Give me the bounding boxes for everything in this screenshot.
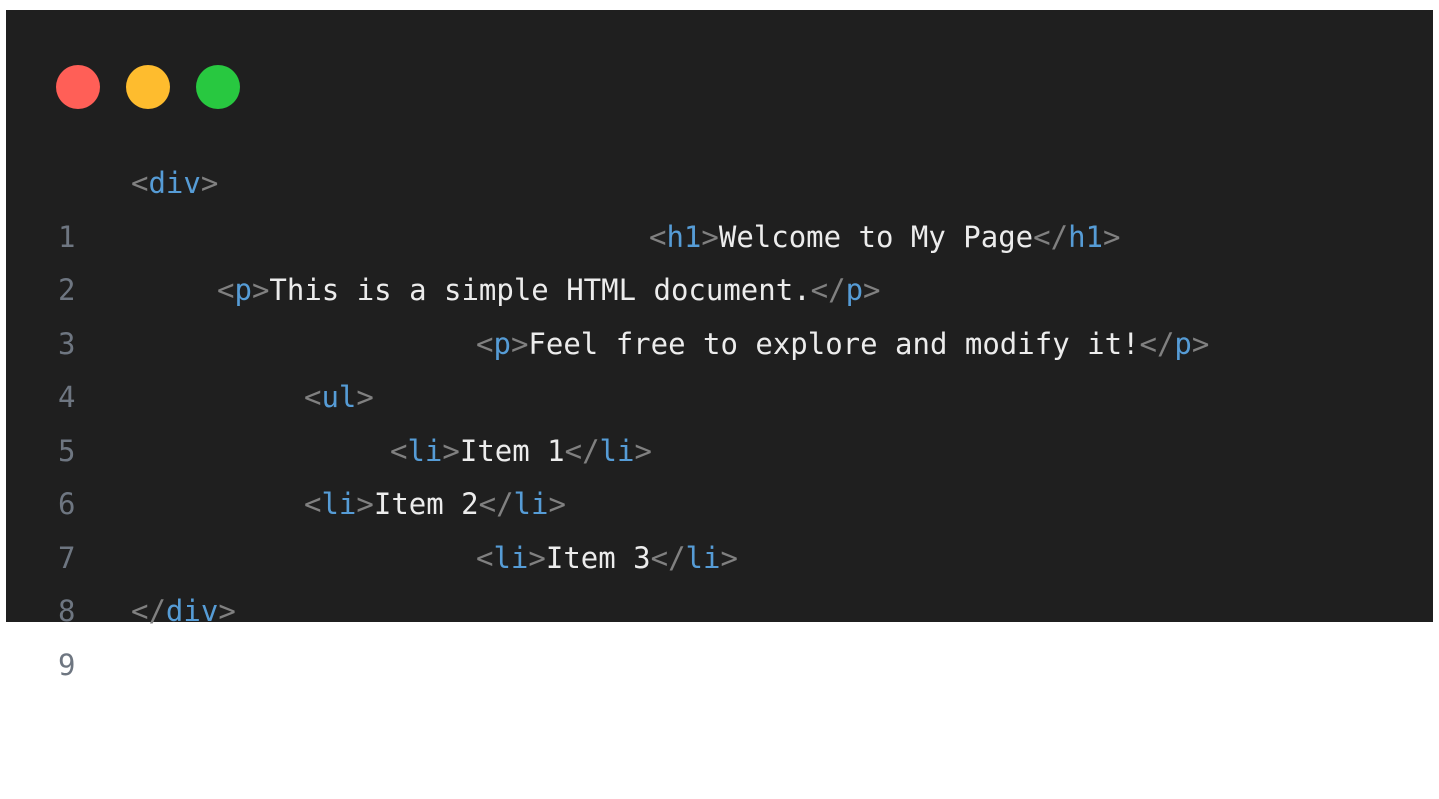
code-line: 4 <p>Feel free to explore and modify it!… <box>6 318 1433 415</box>
code-text: <p>Feel free to explore and modify it!</… <box>476 326 1210 361</box>
code-text: <p>This is a simple HTML document.</p> <box>217 273 881 307</box>
close-button[interactable] <box>56 65 100 109</box>
code-line: 2 <h1>Welcome to My Page</h1> <box>6 211 1433 308</box>
code-text: <ul> <box>304 380 374 414</box>
code-block: 1 <div> 2 <h1>Welcome to My Page</h1> 3 … <box>6 157 1433 682</box>
line-number: 9 <box>58 647 76 682</box>
code-text: <li>Item 2</li> <box>304 487 566 521</box>
code-line: 6 <li>Item 1</li> <box>6 425 1433 522</box>
code-line: 8 <li>Item 3</li> <box>6 532 1433 629</box>
code-text: <li>Item 3</li> <box>476 540 738 575</box>
code-line: 7 <li>Item 2</li> <box>6 478 1433 575</box>
code-text: <div> <box>131 166 219 200</box>
code-line: 1 <div> <box>6 157 1433 254</box>
code-line: 5 <ul> <box>6 371 1433 468</box>
code-line: 3 <p>This is a simple HTML document.</p> <box>6 264 1433 361</box>
code-text: <h1>Welcome to My Page</h1> <box>649 219 1121 254</box>
code-line: 9 </div> <box>6 585 1433 682</box>
minimize-button[interactable] <box>126 65 170 109</box>
code-window: 1 <div> 2 <h1>Welcome to My Page</h1> 3 … <box>6 10 1433 682</box>
code-text: </div> <box>131 594 236 628</box>
maximize-button[interactable] <box>196 65 240 109</box>
code-text: <li>Item 1</li> <box>390 433 652 468</box>
